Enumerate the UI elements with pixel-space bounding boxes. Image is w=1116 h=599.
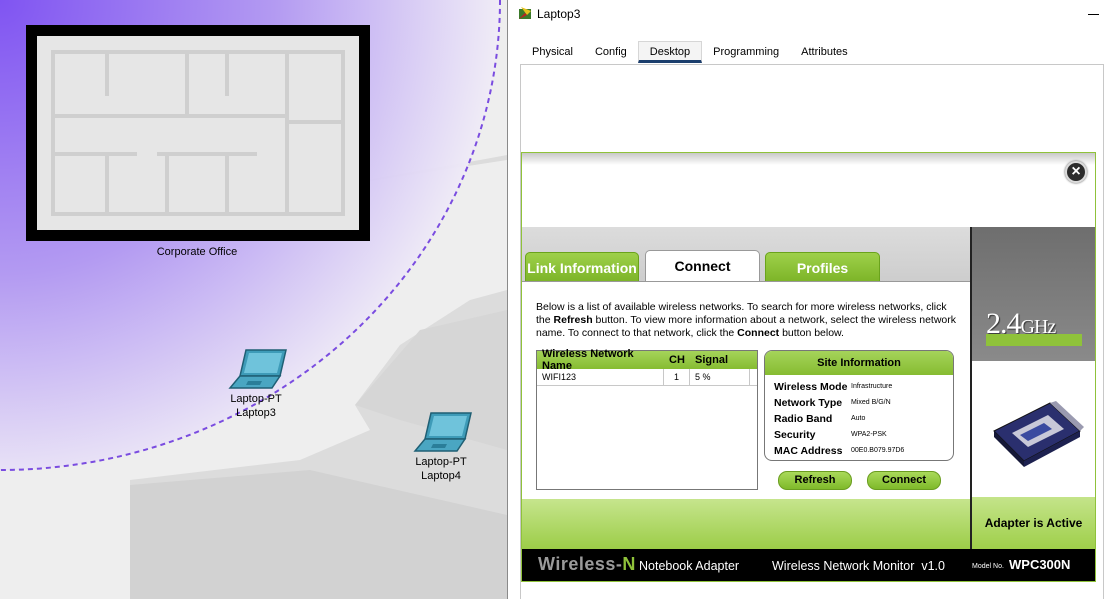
tab-link-information[interactable]: Link Information (525, 252, 639, 282)
laptop4-name-label: Laptop4 (421, 470, 461, 482)
office-label: Corporate Office (156, 246, 238, 258)
brand-logo: Wireless-N (538, 554, 636, 574)
app-name-version: Wireless Network Monitor v1.0 (772, 559, 945, 573)
tab-desktop[interactable]: Desktop (637, 41, 703, 63)
laptop3-icon[interactable] (228, 348, 288, 392)
band-badge: 2.4GHz (970, 227, 1095, 361)
tab-connect[interactable]: Connect (645, 250, 760, 281)
radio-band-value: Auto (851, 415, 866, 422)
laptop3-type-label: Laptop-PT (230, 393, 282, 405)
tab-programming[interactable]: Programming (702, 41, 790, 63)
pc-card-icon (993, 401, 1084, 467)
monitor-header: × (522, 153, 1095, 227)
network-list-header: Wireless Network Name CH Signal (537, 348, 757, 372)
network-channel-cell: 1 (664, 368, 690, 386)
laptop4-type-label: Laptop-PT (415, 456, 467, 468)
connect-instructions: Below is a list of available wireless ne… (536, 301, 957, 339)
network-type-label: Network Type (774, 397, 843, 409)
wireless-network-list: Wireless Network Name CH Signal WIFI123 … (536, 348, 758, 490)
adapter-status: Adapter is Active (970, 497, 1095, 549)
device-tabs: Physical Config Desktop Programming Attr… (521, 41, 859, 63)
connect-button[interactable]: Connect (867, 471, 941, 490)
close-icon[interactable]: × (1065, 161, 1087, 183)
table-row[interactable]: WIFI123 1 5 % (537, 368, 757, 386)
model-number-label: Model No. (972, 563, 1004, 570)
product-subtitle: Notebook Adapter (639, 559, 740, 573)
tab-config[interactable]: Config (584, 41, 638, 63)
laptop3-name-label: Laptop3 (236, 407, 276, 419)
mac-address-label: MAC Address (774, 445, 843, 457)
mac-address-value: 00E0.B079.97D6 (851, 447, 905, 454)
laptop4-icon[interactable] (413, 411, 473, 455)
security-label: Security (774, 429, 816, 441)
wireless-mode-label: Wireless Mode (774, 381, 848, 393)
column-header-ch: CH (669, 354, 685, 366)
window-title: Laptop3 (537, 7, 581, 21)
column-header-signal: Signal (695, 354, 729, 366)
connect-pane: Below is a list of available wireless ne… (522, 281, 970, 499)
refresh-button[interactable]: Refresh (778, 471, 852, 490)
site-information-title: Site Information (765, 351, 953, 375)
tab-attributes[interactable]: Attributes (790, 41, 858, 63)
adapter-side-column: 2.4GHz Adapter is Active (970, 227, 1095, 581)
monitor-green-bar (522, 499, 970, 549)
security-value: WPA2-PSK (851, 431, 887, 438)
band-accent-bar (986, 334, 1082, 346)
minimize-button[interactable] (1088, 6, 1100, 20)
site-information-box: Site Information Wireless Mode Infrastru… (764, 350, 954, 461)
wireless-mode-value: Infrastructure (851, 383, 893, 390)
radio-band-label: Radio Band (774, 413, 833, 425)
monitor-footer: Wireless-N Notebook Adapter Wireless Net… (522, 549, 1095, 581)
packet-tracer-app-icon (519, 7, 531, 19)
window-titlebar[interactable]: Laptop3 (508, 0, 1116, 28)
model-number: WPC300N (1009, 557, 1071, 572)
monitor-tabstrip: Link Information Connect Profiles (522, 227, 970, 282)
adapter-card-image (970, 361, 1095, 497)
device-window[interactable]: Laptop3 Physical Config Desktop Programm… (507, 0, 1116, 599)
network-signal-cell: 5 % (690, 368, 750, 386)
tab-profiles[interactable]: Profiles (765, 252, 880, 282)
network-type-value: Mixed B/G/N (851, 399, 891, 406)
logical-workspace[interactable]: Corporate Office Laptop-PT Laptop3 Lapto… (0, 0, 507, 599)
corporate-office-floorplan[interactable] (26, 25, 370, 241)
network-name-cell: WIFI123 (537, 368, 664, 386)
wireless-network-monitor: × Link Information Connect Profiles Belo… (521, 152, 1096, 582)
tab-physical[interactable]: Physical (521, 41, 584, 63)
floorplan-walls (51, 50, 345, 216)
